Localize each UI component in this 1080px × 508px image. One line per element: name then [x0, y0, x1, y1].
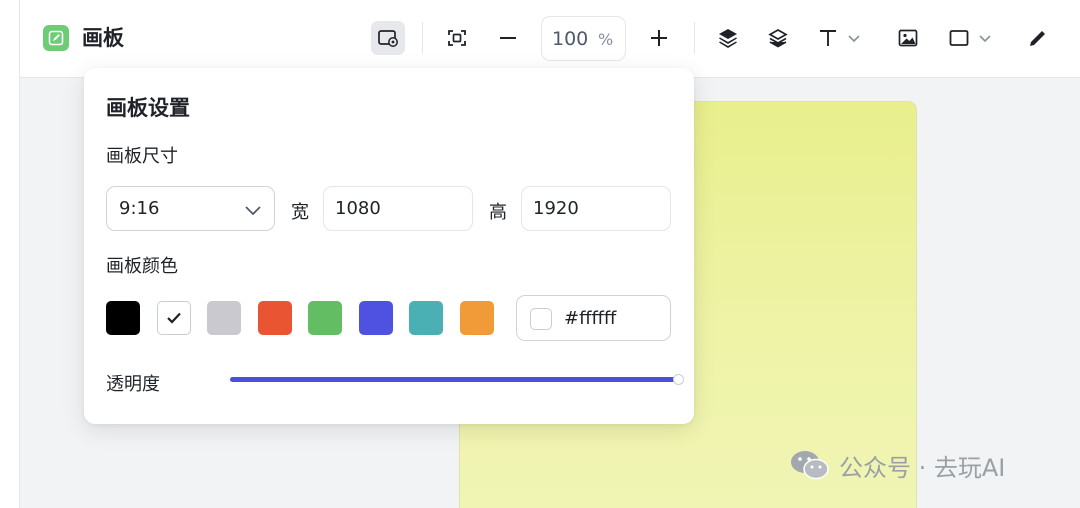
chevron-down-icon: [245, 206, 261, 216]
chevron-down-icon: [979, 35, 991, 43]
width-field[interactable]: 1080: [323, 186, 473, 231]
ratio-value: 9:16: [119, 198, 160, 219]
color-swatch-orange[interactable]: [460, 301, 494, 335]
height-label: 高: [489, 202, 507, 223]
zoom-unit: %: [598, 30, 614, 49]
color-swatch-gray[interactable]: [207, 301, 241, 335]
toolbar: 画板 100 %: [20, 0, 1080, 78]
color-swatch-black[interactable]: [106, 301, 140, 335]
app-title: 画板: [82, 26, 124, 50]
layer-down-button[interactable]: [761, 21, 795, 55]
toolbar-divider: [694, 22, 695, 54]
pen-tool-button[interactable]: [1021, 21, 1055, 55]
width-value: 1080: [335, 198, 381, 219]
board-color-label: 画板颜色: [106, 256, 178, 277]
opacity-label: 透明度: [106, 374, 160, 395]
watermark: 公众号 · 去玩AI: [789, 448, 1005, 482]
rectangle-icon: [949, 30, 969, 46]
color-swatch-teal[interactable]: [409, 301, 443, 335]
width-label: 宽: [291, 202, 309, 223]
pen-icon: [1030, 31, 1045, 46]
color-swatch-blue[interactable]: [359, 301, 393, 335]
checkmark-icon: [167, 312, 181, 324]
chevron-down-icon: [848, 35, 860, 43]
plus-icon: [651, 30, 667, 46]
toolbar-divider: [422, 22, 423, 54]
fit-screen-icon: [448, 30, 466, 46]
watermark-text: 公众号 · 去玩AI: [839, 453, 1006, 482]
panel-title: 画板设置: [106, 96, 190, 120]
height-field[interactable]: 1920: [521, 186, 671, 231]
height-value: 1920: [533, 198, 579, 219]
zoom-input[interactable]: 100 %: [541, 16, 626, 61]
color-swatch-white[interactable]: [157, 301, 191, 335]
ratio-select[interactable]: 9:16: [106, 186, 275, 231]
color-preview: [530, 308, 552, 330]
layer-up-icon: [719, 29, 737, 48]
hex-value: #ffffff: [564, 308, 617, 329]
edit-board-icon: [43, 25, 69, 51]
zoom-value: 100: [552, 28, 589, 50]
board-settings-panel: 画板设置 画板尺寸 9:16 宽 1080 高 1920 画板颜色 #fffff…: [84, 68, 694, 424]
text-icon: [820, 30, 836, 46]
text-tool-button[interactable]: [811, 21, 869, 55]
layer-up-button[interactable]: [711, 21, 745, 55]
hex-color-input[interactable]: #ffffff: [516, 295, 671, 341]
opacity-slider-fill: [230, 377, 679, 382]
fit-screen-button[interactable]: [440, 21, 474, 55]
wechat-icon: [791, 451, 829, 480]
board-size-label: 画板尺寸: [106, 146, 178, 167]
board-settings-button[interactable]: [371, 21, 405, 55]
zoom-in-button[interactable]: [642, 21, 676, 55]
color-swatch-red[interactable]: [258, 301, 292, 335]
image-tool-button[interactable]: [891, 21, 925, 55]
image-icon: [898, 29, 918, 47]
board-settings-icon: [378, 30, 398, 47]
opacity-slider-thumb[interactable]: [673, 374, 684, 385]
left-rail: [0, 0, 20, 508]
opacity-slider[interactable]: [230, 374, 684, 385]
shape-tool-button[interactable]: [942, 21, 1000, 55]
layers-icon: [768, 29, 788, 48]
minus-icon: [500, 37, 516, 39]
zoom-out-button[interactable]: [491, 21, 525, 55]
color-swatch-green[interactable]: [308, 301, 342, 335]
